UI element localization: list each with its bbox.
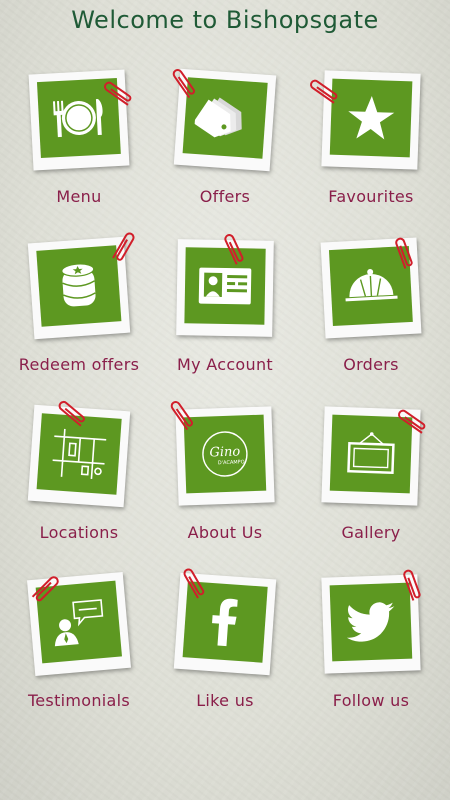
- tile-label: Locations: [39, 523, 119, 542]
- cutlery-plate-icon: [52, 98, 103, 138]
- tile-label: Orders: [343, 355, 399, 374]
- picture-frame-icon: [347, 432, 395, 475]
- coin-stack-icon: [61, 263, 96, 307]
- twitter-icon: [346, 602, 395, 642]
- id-card-icon: [198, 267, 252, 305]
- gino-dacampo-logo-icon: Gino D'ACAMPO: [202, 431, 248, 477]
- cloche-icon: [345, 269, 398, 302]
- tile-redeem-offers[interactable]: Redeem offers: [9, 232, 149, 405]
- tile-label: Menu: [56, 187, 102, 206]
- tile-label: Follow us: [332, 691, 410, 710]
- facebook-icon: [212, 598, 238, 647]
- tile-label: My Account: [177, 355, 273, 374]
- speech-bubble-icon: [54, 599, 104, 647]
- tile-label: Favourites: [328, 187, 414, 206]
- tags-icon: [193, 97, 242, 138]
- tile-label: About Us: [187, 523, 263, 542]
- tile-photo: [329, 582, 413, 662]
- tile-testimonials[interactable]: Testimonials: [9, 571, 149, 741]
- tile-photo: [184, 247, 266, 325]
- tile-like-us[interactable]: Like us: [155, 568, 295, 741]
- tile-favourites[interactable]: Favourites: [301, 70, 441, 237]
- tile-label: Gallery: [341, 523, 401, 542]
- tile-orders[interactable]: Orders: [301, 237, 441, 405]
- tile-label: Testimonials: [27, 691, 131, 710]
- tile-label: Like us: [196, 691, 254, 710]
- tile-offers[interactable]: Offers: [155, 68, 295, 237]
- svg-text:Gino: Gino: [209, 444, 240, 460]
- tile-locations[interactable]: Locations: [9, 400, 149, 573]
- tile-about-us[interactable]: Gino D'ACAMPO About Us: [155, 401, 295, 573]
- star-icon: [348, 96, 395, 140]
- tile-menu[interactable]: Menu: [9, 69, 149, 237]
- svg-text:D'ACAMPO: D'ACAMPO: [218, 459, 245, 466]
- tile-my-account[interactable]: My Account: [155, 234, 295, 405]
- tile-gallery[interactable]: Gallery: [301, 406, 441, 573]
- tile-label: Redeem offers: [18, 355, 140, 374]
- page-title: Welcome to Bishopsgate: [71, 6, 379, 34]
- tile-label: Offers: [199, 187, 251, 206]
- tile-follow-us[interactable]: Follow us: [301, 569, 441, 741]
